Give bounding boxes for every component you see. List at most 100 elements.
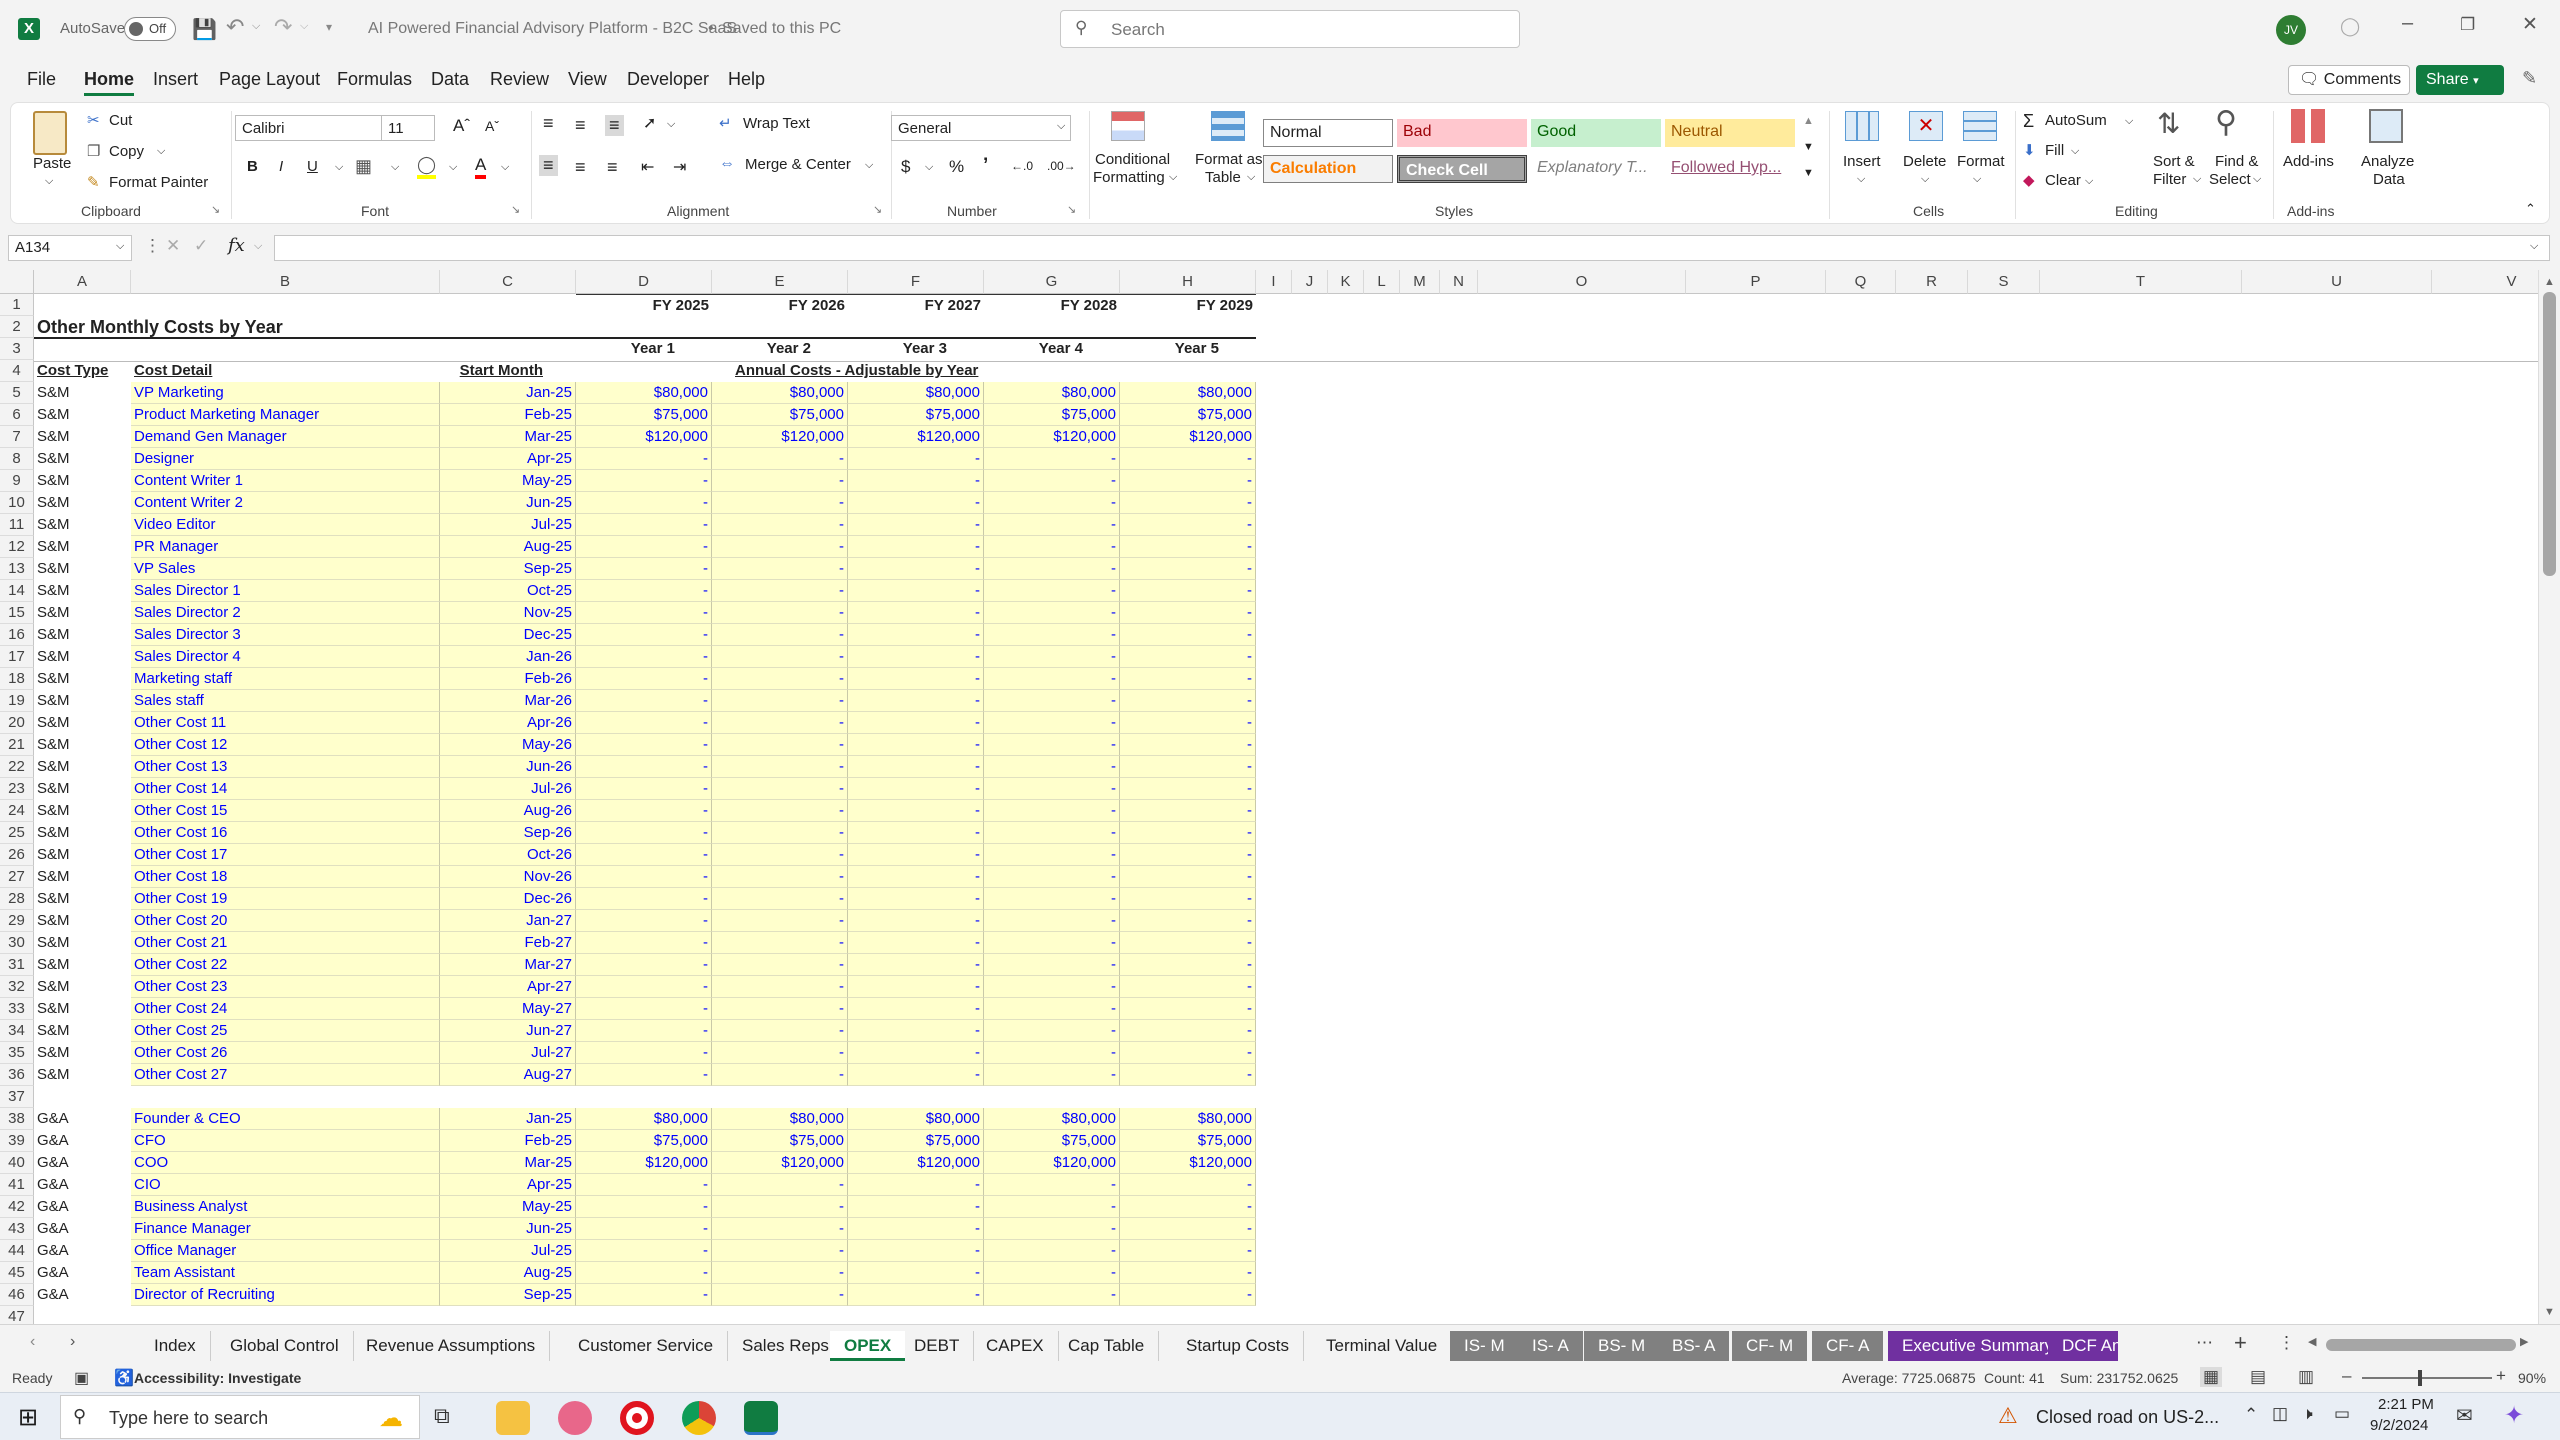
row-header[interactable]: 3: [0, 338, 34, 360]
annual-cost-cell[interactable]: -: [984, 1218, 1120, 1240]
underline-icon[interactable]: U: [307, 158, 318, 175]
row-header[interactable]: 46: [0, 1284, 34, 1306]
row-header[interactable]: 36: [0, 1064, 34, 1086]
alignment-launcher-icon[interactable]: ↘: [873, 203, 882, 216]
annual-cost-cell[interactable]: -: [576, 778, 712, 800]
find-select-dropdown-icon[interactable]: ⌵: [2253, 173, 2261, 186]
annual-cost-cell[interactable]: $120,000: [848, 1152, 984, 1174]
annual-cost-cell[interactable]: -: [1120, 1064, 1256, 1086]
annual-cost-cell[interactable]: $80,000: [1120, 382, 1256, 404]
annual-cost-cell[interactable]: -: [848, 558, 984, 580]
borders-icon[interactable]: ▦: [355, 156, 372, 177]
annual-cost-cell[interactable]: -: [712, 1218, 848, 1240]
annual-cost-cell[interactable]: -: [712, 690, 848, 712]
sheet-tab-global-control[interactable]: Global Control: [216, 1331, 354, 1361]
annual-cost-cell[interactable]: $120,000: [984, 426, 1120, 448]
start-month-cell[interactable]: Nov-26: [440, 866, 576, 888]
cost-detail-cell[interactable]: VP Sales: [131, 558, 440, 580]
annual-cost-cell[interactable]: -: [576, 536, 712, 558]
annual-cost-cell[interactable]: $120,000: [1120, 1152, 1256, 1174]
annual-cost-cell[interactable]: -: [984, 1196, 1120, 1218]
annual-cost-cell[interactable]: -: [984, 734, 1120, 756]
annual-cost-cell[interactable]: $120,000: [984, 1152, 1120, 1174]
header-annual-costs[interactable]: Annual Costs - Adjustable by Year: [732, 360, 1152, 382]
annual-cost-cell[interactable]: -: [1120, 1240, 1256, 1262]
customize-qat-icon[interactable]: ▾: [326, 20, 332, 34]
annual-cost-cell[interactable]: -: [712, 800, 848, 822]
cost-detail-cell[interactable]: PR Manager: [131, 536, 440, 558]
conditional-formatting-icon[interactable]: [1111, 111, 1145, 141]
paste-icon[interactable]: [33, 111, 67, 155]
cost-type-cell[interactable]: S&M: [34, 800, 131, 822]
annual-cost-cell[interactable]: -: [712, 558, 848, 580]
annual-cost-cell[interactable]: -: [1120, 822, 1256, 844]
annual-cost-cell[interactable]: -: [712, 910, 848, 932]
annual-cost-cell[interactable]: -: [576, 690, 712, 712]
conditional-formatting-dropdown-icon[interactable]: ⌵: [1169, 171, 1177, 184]
annual-cost-cell[interactable]: -: [712, 998, 848, 1020]
year-label[interactable]: Year 4: [984, 338, 1086, 360]
start-month-cell[interactable]: May-25: [440, 1196, 576, 1218]
annual-cost-cell[interactable]: $120,000: [848, 426, 984, 448]
start-month-cell[interactable]: Jan-27: [440, 910, 576, 932]
cost-detail-cell[interactable]: Office Manager: [131, 1240, 440, 1262]
annual-cost-cell[interactable]: -: [984, 712, 1120, 734]
name-box-dropdown-icon[interactable]: ⌵: [116, 240, 124, 253]
sheet-tab-startup-costs[interactable]: Startup Costs: [1172, 1331, 1304, 1361]
autosum-icon[interactable]: Σ: [2023, 111, 2034, 132]
analyze-data-label-2[interactable]: Data: [2373, 171, 2405, 188]
annual-cost-cell[interactable]: $80,000: [984, 382, 1120, 404]
cost-type-cell[interactable]: S&M: [34, 448, 131, 470]
start-month-cell[interactable]: Jan-25: [440, 1108, 576, 1130]
annual-cost-cell[interactable]: -: [576, 1262, 712, 1284]
annual-cost-cell[interactable]: $75,000: [712, 404, 848, 426]
hscroll-left-icon[interactable]: ◀: [2308, 1335, 2316, 1348]
tab-scroll-right-icon[interactable]: ›: [70, 1333, 75, 1351]
annual-cost-cell[interactable]: -: [576, 1218, 712, 1240]
sheet-tab-is-a[interactable]: IS- A: [1518, 1331, 1583, 1361]
align-center-icon[interactable]: ≡: [575, 157, 586, 178]
cost-detail-cell[interactable]: Other Cost 26: [131, 1042, 440, 1064]
annual-cost-cell[interactable]: -: [576, 1196, 712, 1218]
cost-detail-cell[interactable]: Other Cost 11: [131, 712, 440, 734]
annual-cost-cell[interactable]: -: [848, 668, 984, 690]
analyze-data-label-1[interactable]: Analyze: [2361, 153, 2414, 170]
sheet-tab-opex[interactable]: OPEX: [830, 1331, 906, 1361]
column-header[interactable]: D: [576, 270, 712, 294]
show-hidden-icons[interactable]: ⌃: [2244, 1405, 2258, 1425]
number-launcher-icon[interactable]: ↘: [1067, 203, 1076, 216]
cost-detail-cell[interactable]: Other Cost 20: [131, 910, 440, 932]
more-options-icon[interactable]: ⋮: [144, 236, 161, 256]
copy-dropdown-icon[interactable]: ⌵: [157, 145, 165, 158]
cost-detail-cell[interactable]: Sales Director 2: [131, 602, 440, 624]
annual-cost-cell[interactable]: -: [984, 580, 1120, 602]
annual-cost-cell[interactable]: -: [848, 690, 984, 712]
column-header[interactable]: F: [848, 270, 984, 294]
row-header[interactable]: 6: [0, 404, 34, 426]
annual-cost-cell[interactable]: -: [984, 514, 1120, 536]
styles-scroll-up-icon[interactable]: ▲: [1803, 115, 1814, 127]
column-header[interactable]: K: [1328, 270, 1364, 294]
cost-type-cell[interactable]: S&M: [34, 404, 131, 426]
annual-cost-cell[interactable]: -: [848, 932, 984, 954]
annual-cost-cell[interactable]: -: [576, 998, 712, 1020]
row-header[interactable]: 37: [0, 1086, 34, 1108]
column-header[interactable]: U: [2242, 270, 2432, 294]
conditional-formatting-label-1[interactable]: Conditional: [1095, 151, 1170, 168]
annual-cost-cell[interactable]: -: [984, 1174, 1120, 1196]
wrap-text-button[interactable]: Wrap Text: [743, 115, 810, 132]
annual-cost-cell[interactable]: -: [984, 778, 1120, 800]
volume-icon[interactable]: 🕨: [2302, 1404, 2313, 1424]
align-right-icon[interactable]: ≡: [607, 157, 618, 178]
annual-cost-cell[interactable]: -: [1120, 910, 1256, 932]
annual-cost-cell[interactable]: -: [848, 1174, 984, 1196]
row-header[interactable]: 23: [0, 778, 34, 800]
increase-decimal-icon[interactable]: ←.0: [1011, 159, 1033, 173]
annual-cost-cell[interactable]: $75,000: [712, 1130, 848, 1152]
annual-cost-cell[interactable]: -: [984, 954, 1120, 976]
number-format-select[interactable]: General: [891, 115, 1071, 141]
find-select-label-1[interactable]: Find &: [2215, 153, 2258, 170]
row-header[interactable]: 13: [0, 558, 34, 580]
annual-cost-cell[interactable]: $80,000: [984, 1108, 1120, 1130]
annual-cost-cell[interactable]: $80,000: [1120, 1108, 1256, 1130]
